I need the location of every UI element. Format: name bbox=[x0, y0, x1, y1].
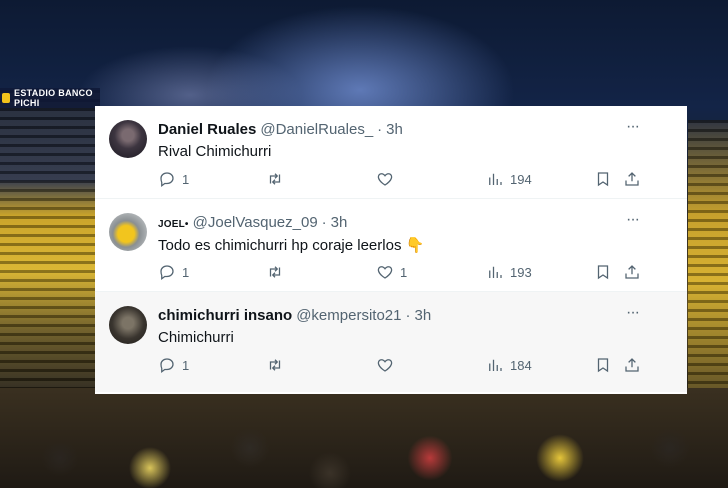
sign-logo-icon bbox=[2, 93, 11, 103]
more-options-icon[interactable]: ··· bbox=[626, 211, 640, 229]
retweet-icon bbox=[269, 266, 281, 278]
user-handle[interactable]: @kempersito21 bbox=[296, 307, 401, 324]
display-name[interactable]: chimichurri insano bbox=[158, 307, 292, 324]
heart-icon bbox=[377, 359, 393, 372]
bookmark-icon bbox=[597, 358, 609, 373]
avatar[interactable] bbox=[109, 120, 147, 158]
user-handle[interactable]: @DanielRuales_ bbox=[260, 121, 373, 138]
stadium-sign: ESTADIO BANCO PICHI bbox=[0, 88, 100, 108]
tweet-text: Chimichurri bbox=[158, 329, 234, 346]
heart-icon bbox=[377, 173, 393, 186]
views-icon bbox=[489, 173, 502, 185]
reply-icon bbox=[160, 172, 174, 188]
display-name[interactable]: JOEL bbox=[158, 219, 189, 230]
share-button[interactable] bbox=[623, 356, 641, 374]
retweet-icon bbox=[269, 359, 281, 371]
tweet-header: chimichurri insano @kempersito21 · 3h bbox=[158, 307, 431, 324]
reply-icon bbox=[160, 358, 174, 374]
separator: · bbox=[405, 307, 411, 324]
bookmark-button[interactable] bbox=[594, 170, 612, 188]
avatar[interactable] bbox=[109, 213, 147, 251]
reply-button[interactable]: 1 bbox=[158, 356, 189, 374]
retweet-icon bbox=[269, 173, 281, 185]
more-options-icon[interactable]: ··· bbox=[626, 118, 640, 136]
avatar[interactable] bbox=[109, 306, 147, 344]
more-options-icon[interactable]: ··· bbox=[626, 304, 640, 322]
user-handle[interactable]: @JoelVasquez_09 bbox=[193, 214, 318, 231]
timestamp[interactable]: 3h bbox=[331, 214, 348, 231]
share-icon bbox=[625, 358, 639, 372]
tweet[interactable]: JOEL @JoelVasquez_09 · 3h ··· Todo es ch… bbox=[95, 199, 687, 292]
sign-text: ESTADIO BANCO PICHI bbox=[14, 88, 93, 108]
tweet-thread-card: Daniel Ruales @DanielRuales_ · 3h ··· Ri… bbox=[95, 106, 687, 394]
timestamp[interactable]: 3h bbox=[414, 307, 431, 324]
tweet-actions: 1 184 bbox=[158, 356, 639, 378]
views-button[interactable]: 193 bbox=[486, 263, 532, 281]
retweet-button[interactable] bbox=[266, 170, 290, 188]
bookmark-button[interactable] bbox=[594, 356, 612, 374]
views-icon bbox=[489, 266, 502, 278]
bookmark-button[interactable] bbox=[594, 263, 612, 281]
reply-count: 1 bbox=[182, 264, 190, 280]
like-button[interactable] bbox=[376, 170, 400, 188]
share-icon bbox=[625, 172, 639, 186]
views-icon bbox=[489, 359, 502, 371]
display-name[interactable]: Daniel Ruales bbox=[158, 121, 256, 138]
views-button[interactable]: 194 bbox=[486, 170, 532, 188]
share-icon bbox=[625, 265, 639, 279]
stadium-stands-left bbox=[0, 90, 100, 390]
retweet-button[interactable] bbox=[266, 263, 290, 281]
like-button[interactable] bbox=[376, 356, 400, 374]
tweet-text: Rival Chimichurri bbox=[158, 143, 272, 160]
separator: · bbox=[321, 214, 327, 231]
tweet-actions: 1 1 193 bbox=[158, 263, 639, 285]
like-count: 1 bbox=[400, 264, 408, 280]
reply-button[interactable]: 1 bbox=[158, 170, 189, 188]
reply-icon bbox=[160, 265, 174, 281]
like-button[interactable]: 1 bbox=[376, 263, 407, 281]
share-button[interactable] bbox=[623, 170, 641, 188]
tweet[interactable]: chimichurri insano @kempersito21 · 3h ··… bbox=[95, 292, 687, 392]
reply-count: 1 bbox=[182, 357, 190, 373]
share-button[interactable] bbox=[623, 263, 641, 281]
views-count: 194 bbox=[510, 171, 532, 187]
views-count: 184 bbox=[510, 357, 532, 373]
reply-count: 1 bbox=[182, 171, 190, 187]
tweet-actions: 1 194 bbox=[158, 170, 639, 192]
stadium-stands-right bbox=[688, 120, 728, 390]
bookmark-icon bbox=[597, 172, 609, 187]
separator: · bbox=[377, 121, 383, 138]
crowd bbox=[0, 388, 728, 488]
timestamp[interactable]: 3h bbox=[386, 121, 403, 138]
tweet-header: Daniel Ruales @DanielRuales_ · 3h bbox=[158, 121, 403, 138]
tweet-header: JOEL @JoelVasquez_09 · 3h bbox=[158, 214, 347, 231]
heart-icon bbox=[377, 266, 393, 279]
reply-button[interactable]: 1 bbox=[158, 263, 189, 281]
retweet-button[interactable] bbox=[266, 356, 290, 374]
tweet-text: Todo es chimichurri hp coraje leerlos 👇 bbox=[158, 237, 425, 254]
tweet[interactable]: Daniel Ruales @DanielRuales_ · 3h ··· Ri… bbox=[95, 106, 687, 199]
views-count: 193 bbox=[510, 264, 532, 280]
bookmark-icon bbox=[597, 265, 609, 280]
views-button[interactable]: 184 bbox=[486, 356, 532, 374]
